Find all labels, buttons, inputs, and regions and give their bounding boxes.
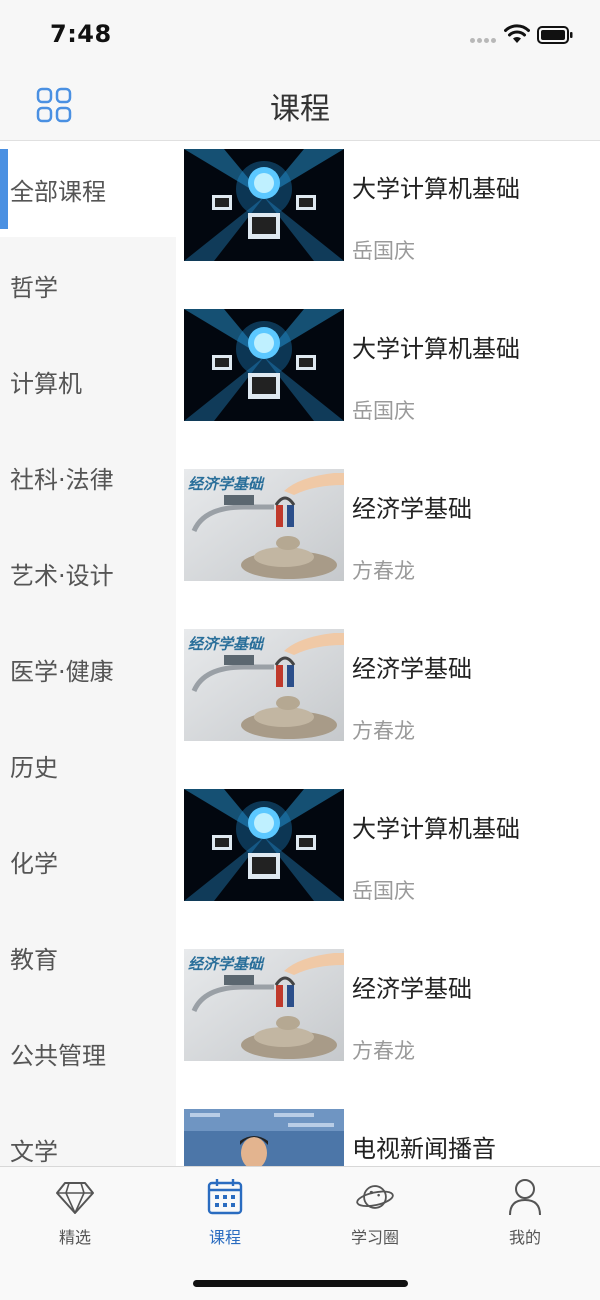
sidebar-item-all-courses[interactable]: 全部课程 [0, 141, 176, 237]
tab-mine[interactable]: 我的 [450, 1167, 600, 1257]
news-anchor-image [184, 1109, 344, 1166]
course-item[interactable]: 大学计算机基础 岳国庆 [176, 301, 600, 461]
course-teacher: 岳国庆 [352, 399, 415, 423]
sidebar-item-medicine-health[interactable]: 医学·健康 [0, 621, 176, 717]
course-teacher: 岳国庆 [352, 239, 415, 263]
tab-featured[interactable]: 精选 [0, 1167, 150, 1257]
course-title: 经济学基础 [352, 655, 472, 683]
sidebar-item-art-design[interactable]: 艺术·设计 [0, 525, 176, 621]
sidebar-item-label: 艺术·设计 [10, 562, 114, 590]
economics-magnet-image: 经济学基础 [184, 949, 344, 1061]
economics-magnet-image: 经济学基础 [184, 469, 344, 581]
calendar-icon [207, 1179, 243, 1215]
network-computers-image [184, 149, 344, 261]
page-title: 课程 [270, 92, 330, 127]
course-list: 大学计算机基础 岳国庆 大学计算机基础 岳国庆 经济学基础 经济学基础 方春龙 … [176, 141, 600, 1166]
home-indicator[interactable] [193, 1280, 408, 1287]
course-item[interactable]: 大学计算机基础 岳国庆 [176, 781, 600, 941]
course-thumbnail: 经济学基础 [184, 469, 344, 581]
course-title: 经济学基础 [352, 975, 472, 1003]
course-item[interactable]: 电视新闻播音 [176, 1101, 600, 1166]
course-title: 经济学基础 [352, 495, 472, 523]
course-item[interactable]: 经济学基础 经济学基础 方春龙 [176, 461, 600, 621]
diamond-icon [56, 1182, 94, 1214]
cellular-signal-icon [470, 38, 498, 44]
thumbnail-caption: 经济学基础 [188, 955, 265, 973]
sidebar-item-social-law[interactable]: 社科·法律 [0, 429, 176, 525]
sidebar-item-label: 教育 [10, 946, 58, 974]
course-thumbnail [184, 309, 344, 421]
sidebar-item-literature[interactable]: 文学 [0, 1101, 176, 1166]
tab-label: 我的 [508, 1228, 541, 1247]
course-teacher: 方春龙 [352, 719, 415, 743]
tab-label: 精选 [58, 1228, 91, 1247]
sidebar-item-label: 历史 [10, 754, 58, 782]
sidebar-item-label: 哲学 [10, 274, 58, 302]
thumbnail-caption: 经济学基础 [188, 635, 265, 653]
category-sidebar: 全部课程 哲学 计算机 社科·法律 艺术·设计 医学·健康 历史 化学 教育 公… [0, 141, 176, 1166]
economics-magnet-image: 经济学基础 [184, 629, 344, 741]
course-item[interactable]: 经济学基础 经济学基础 方春龙 [176, 621, 600, 781]
course-thumbnail [184, 149, 344, 261]
status-time: 7:48 [50, 20, 112, 48]
sidebar-item-label: 社科·法律 [10, 466, 114, 494]
sidebar-item-label: 全部课程 [10, 178, 106, 206]
thumbnail-caption: 经济学基础 [188, 475, 265, 493]
course-thumbnail: 经济学基础 [184, 629, 344, 741]
course-title: 大学计算机基础 [352, 815, 520, 843]
course-teacher: 方春龙 [352, 1039, 415, 1063]
course-thumbnail [184, 789, 344, 901]
sidebar-item-philosophy[interactable]: 哲学 [0, 237, 176, 333]
course-teacher: 方春龙 [352, 559, 415, 583]
sidebar-item-computer[interactable]: 计算机 [0, 333, 176, 429]
tab-study-circle[interactable]: 学习圈 [300, 1167, 450, 1257]
course-item[interactable]: 经济学基础 经济学基础 方春龙 [176, 941, 600, 1101]
tab-courses[interactable]: 课程 [150, 1167, 300, 1257]
course-title: 电视新闻播音 [352, 1135, 496, 1163]
sidebar-item-label: 化学 [10, 850, 58, 878]
status-bar: 7:48 [0, 0, 600, 70]
tab-label: 学习圈 [350, 1228, 399, 1247]
sidebar-item-label: 医学·健康 [10, 658, 114, 686]
course-thumbnail [184, 1109, 344, 1166]
course-item[interactable]: 大学计算机基础 岳国庆 [176, 141, 600, 301]
sidebar-item-public-management[interactable]: 公共管理 [0, 1005, 176, 1101]
course-thumbnail: 经济学基础 [184, 949, 344, 1061]
sidebar-item-chemistry[interactable]: 化学 [0, 813, 176, 909]
sidebar-item-history[interactable]: 历史 [0, 717, 176, 813]
network-computers-image [184, 309, 344, 421]
course-title: 大学计算机基础 [352, 335, 520, 363]
course-title: 大学计算机基础 [352, 175, 520, 203]
sidebar-item-label: 公共管理 [10, 1042, 106, 1070]
nav-bar: 课程 [0, 70, 600, 141]
active-indicator [0, 149, 8, 229]
sidebar-item-label: 文学 [10, 1138, 58, 1166]
course-teacher: 岳国庆 [352, 879, 415, 903]
tab-label: 课程 [208, 1228, 241, 1247]
sidebar-item-education[interactable]: 教育 [0, 909, 176, 1005]
user-icon [509, 1179, 541, 1216]
planet-icon [356, 1185, 394, 1209]
battery-icon [537, 26, 573, 44]
wifi-icon [504, 24, 530, 43]
network-computers-image [184, 789, 344, 901]
sidebar-item-label: 计算机 [10, 370, 82, 398]
